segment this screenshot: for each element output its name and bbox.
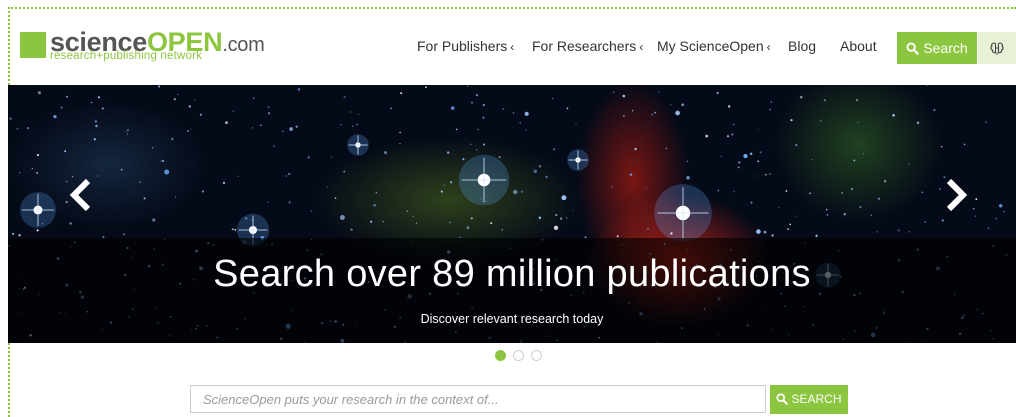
chevron-left-icon: ‹	[639, 40, 644, 54]
carousel-dot-1[interactable]	[495, 350, 506, 361]
header-search-button[interactable]: Search	[897, 32, 977, 64]
main-search-input[interactable]	[190, 385, 766, 413]
nav-label: For Publishers	[417, 38, 508, 54]
search-icon	[906, 42, 920, 55]
hero-subtitle: Discover relevant research today	[420, 312, 604, 326]
carousel-dot-3[interactable]	[531, 350, 542, 361]
nav-about[interactable]: About	[840, 38, 877, 54]
nav-blog[interactable]: Blog	[788, 38, 816, 54]
brain-icon	[990, 42, 1004, 55]
site-header: scienceOPEN.com research+publishing netw…	[0, 0, 1016, 85]
nav-label: For Researchers	[532, 38, 637, 54]
carousel-prev-button[interactable]	[66, 175, 96, 215]
search-icon	[776, 393, 789, 405]
nav-label: My ScienceOpen	[657, 38, 764, 54]
brain-button[interactable]	[978, 32, 1016, 64]
main-search-button-label: SEARCH	[791, 392, 842, 406]
main-search-button[interactable]: SEARCH	[770, 385, 848, 414]
logo-part-com: .com	[222, 34, 265, 56]
nav-my-scienceopen[interactable]: My ScienceOpen ‹	[657, 38, 771, 54]
hero-title: Search over 89 million publications	[213, 253, 811, 295]
carousel-dot-2[interactable]	[513, 350, 524, 361]
chevron-right-icon	[946, 178, 968, 212]
nav-label: Blog	[788, 38, 817, 54]
nav-label: About	[840, 38, 877, 54]
carousel-next-button[interactable]	[941, 175, 971, 215]
nav-for-researchers[interactable]: For Researchers ‹	[532, 38, 643, 54]
logo-tagline: research+publishing network	[50, 50, 203, 62]
chevron-left-icon: ‹	[510, 40, 515, 54]
nav-for-publishers[interactable]: For Publishers ‹	[417, 38, 514, 54]
header-search-label: Search	[923, 40, 968, 56]
chevron-left-icon: ‹	[766, 40, 771, 54]
chevron-left-icon	[69, 178, 91, 212]
logo-square-icon	[20, 32, 46, 58]
hero-carousel: Search over 89 million publications Disc…	[8, 85, 1016, 343]
site-logo[interactable]: scienceOPEN.com research+publishing netw…	[20, 28, 265, 64]
